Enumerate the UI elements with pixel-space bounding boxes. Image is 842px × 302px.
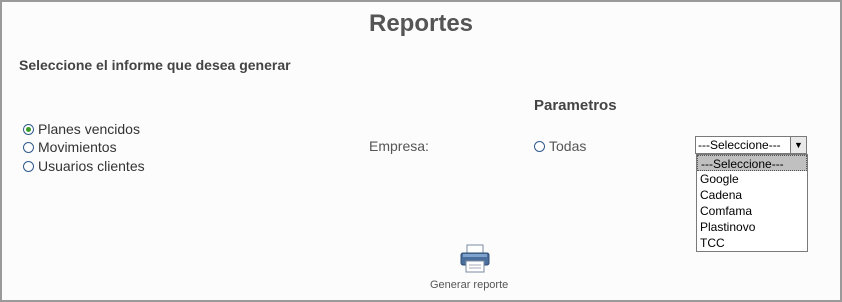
report-selection-heading: Seleccione el informe que desea generar [19, 57, 291, 73]
radio-label: Usuarios clientes [38, 158, 145, 174]
radio-button[interactable] [23, 141, 34, 153]
radio-button[interactable] [23, 123, 34, 135]
radio-option-usuarios-clientes[interactable]: Usuarios clientes [23, 158, 145, 174]
select-option[interactable]: Comfama [697, 203, 807, 219]
reportes-panel: Reportes Seleccione el informe que desea… [0, 0, 842, 302]
parameters-heading: Parametros [534, 97, 617, 114]
page-title: Reportes [368, 10, 474, 37]
printer-icon[interactable] [459, 244, 491, 274]
empresa-select[interactable]: ---Seleccione--- ▼ [695, 136, 807, 154]
select-option[interactable]: ---Seleccione--- [697, 155, 807, 171]
generate-report-button[interactable]: Generar reporte [430, 279, 508, 291]
select-value: ---Seleccione--- [698, 138, 781, 152]
chevron-down-icon[interactable]: ▼ [790, 137, 806, 153]
radio-option-todas[interactable]: Todas [534, 138, 586, 154]
radio-option-planes-vencidos[interactable]: Planes vencidos [23, 121, 140, 137]
radio-option-movimientos[interactable]: Movimientos [23, 139, 117, 155]
select-option[interactable]: TCC [697, 235, 807, 251]
select-option[interactable]: Cadena [697, 187, 807, 203]
radio-button[interactable] [534, 140, 545, 152]
radio-label: Todas [549, 138, 587, 154]
select-option[interactable]: Google [697, 171, 807, 187]
select-option[interactable]: Plastinovo [697, 219, 807, 235]
empresa-options-list[interactable]: ---Seleccione--- Google Cadena Comfama P… [696, 154, 808, 252]
empresa-label: Empresa: [369, 138, 429, 154]
radio-label: Movimientos [38, 139, 117, 155]
radio-button[interactable] [23, 160, 34, 172]
radio-label: Planes vencidos [38, 121, 140, 137]
